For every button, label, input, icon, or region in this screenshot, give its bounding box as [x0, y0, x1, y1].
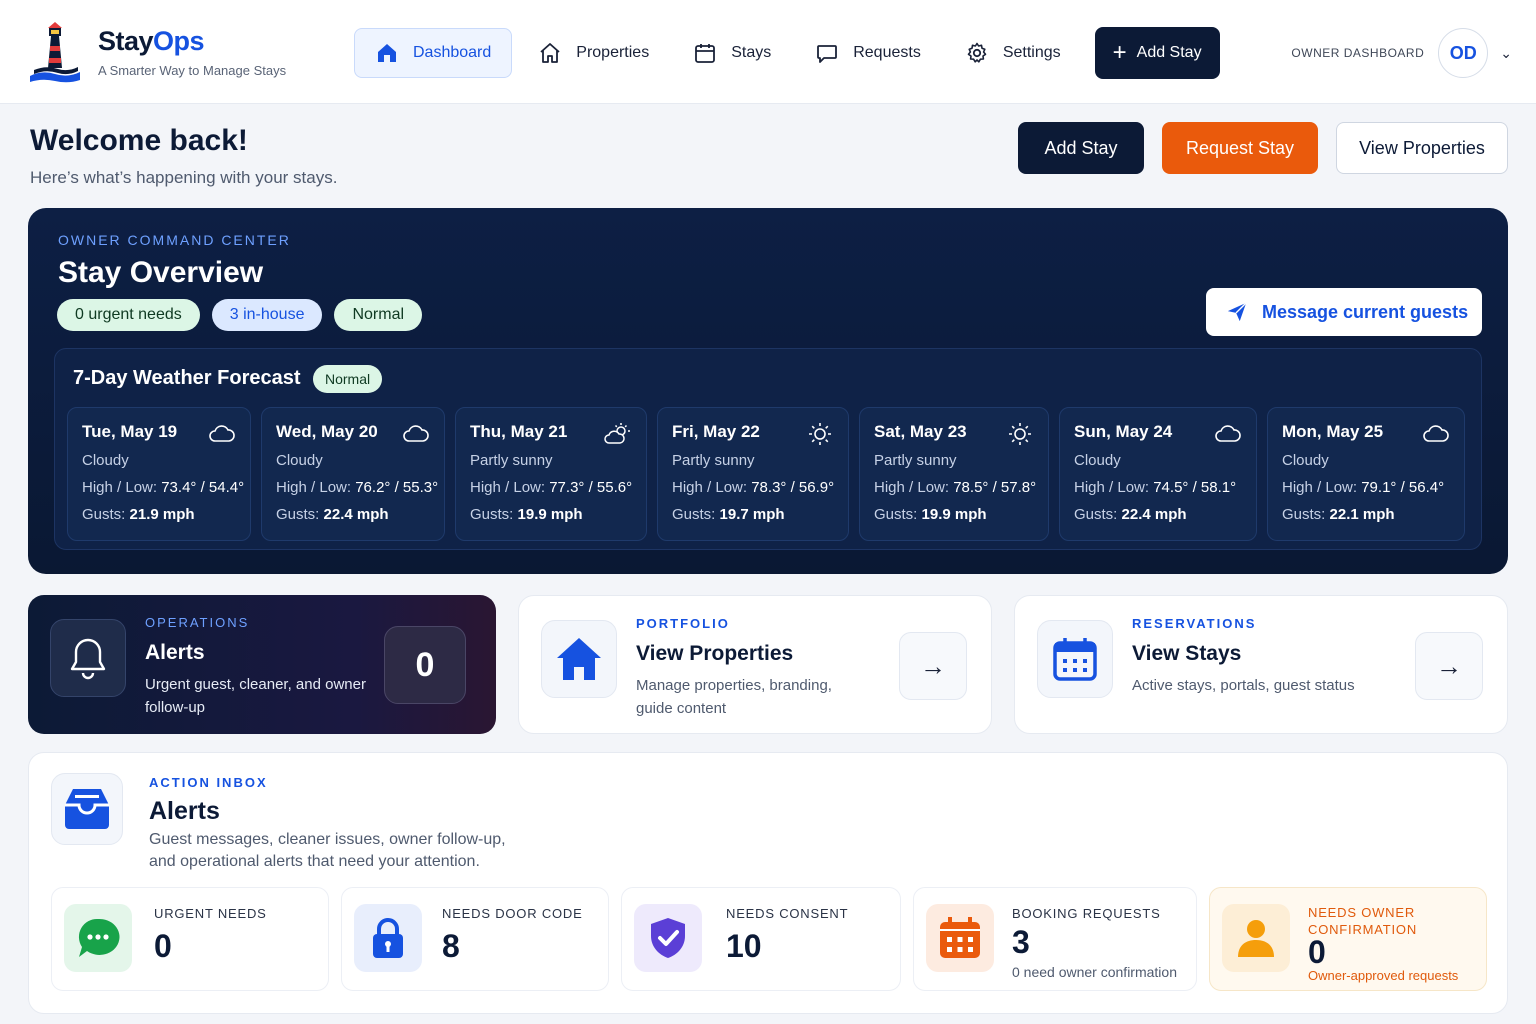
inbox-stats: URGENT NEEDS 0 NEEDS DOOR CODE 8 NEEDS C… — [51, 887, 1487, 991]
house-outline-icon — [540, 43, 560, 63]
stat-needs-owner-confirmation[interactable]: NEEDS OWNER CONFIRMATION 0 Owner-approve… — [1209, 887, 1487, 991]
page-title: Welcome back! — [30, 124, 248, 157]
cloud-icon — [209, 425, 235, 442]
arrow-right-icon[interactable]: → — [1415, 632, 1483, 700]
calendar-grid-icon — [1037, 620, 1113, 698]
weather-day-card: Wed, May 20 Cloudy High / Low: 76.2° / 5… — [261, 407, 445, 541]
nav-requests[interactable]: Requests — [797, 28, 939, 78]
brand-tagline: A Smarter Way to Manage Stays — [98, 63, 287, 78]
chat-bubble-icon — [817, 45, 838, 63]
request-stay-button[interactable]: Request Stay — [1162, 122, 1318, 174]
top-navigation-bar: StayOps A Smarter Way to Manage Stays Da… — [0, 0, 1536, 104]
weather-day-card: Sun, May 24 Cloudy High / Low: 74.5° / 5… — [1059, 407, 1257, 541]
page-subtitle: Here’s what’s happening with your stays. — [30, 168, 338, 187]
message-current-guests-button[interactable]: Message current guests — [1206, 288, 1482, 336]
nav-stays[interactable]: Stays — [675, 28, 789, 78]
inbox-tray-icon — [51, 773, 123, 845]
stat-needs-consent[interactable]: NEEDS CONSENT 10 — [621, 887, 901, 991]
cloud-icon — [403, 425, 429, 442]
plus-icon: + — [1112, 39, 1127, 66]
weather-days: Tue, May 19 Cloudy High / Low: 73.4° / 5… — [67, 407, 1465, 541]
nav-settings[interactable]: Settings — [947, 28, 1079, 78]
stat-booking-requests[interactable]: BOOKING REQUESTS 3 0 need owner confirma… — [913, 887, 1197, 991]
main-nav: Dashboard Properties Stays Requests Sett… — [354, 27, 1220, 79]
calendar-icon — [695, 44, 716, 63]
sun-icon — [809, 423, 831, 445]
nav-properties[interactable]: Properties — [520, 28, 667, 78]
nav-dashboard[interactable]: Dashboard — [354, 28, 513, 78]
paper-plane-icon — [1227, 302, 1247, 322]
view-properties-button[interactable]: View Properties — [1336, 122, 1508, 174]
weather-status-badge: Normal — [313, 365, 383, 393]
arrow-right-icon[interactable]: → — [899, 632, 967, 700]
nav-add-stay-button[interactable]: + Add Stay — [1094, 27, 1220, 79]
weather-day-card: Thu, May 21 Partly sunny High / Low: 77.… — [455, 407, 647, 541]
sun-icon — [1009, 423, 1031, 445]
in-house-badge: 3 in-house — [211, 299, 323, 331]
chevron-down-icon[interactable]: ⌄ — [1500, 45, 1512, 62]
shield-check-icon — [634, 904, 702, 972]
status-badge: Normal — [334, 299, 423, 331]
lock-icon — [354, 904, 422, 972]
home-icon — [378, 44, 396, 62]
alerts-count: 0 — [384, 626, 466, 704]
owner-command-center: OWNER COMMAND CENTER Stay Overview 0 urg… — [28, 208, 1508, 574]
lighthouse-logo-icon — [30, 22, 80, 83]
stat-needs-door-code[interactable]: NEEDS DOOR CODE 8 — [341, 887, 609, 991]
command-center-eyebrow: OWNER COMMAND CENTER — [58, 232, 291, 248]
brand-name: StayOps — [98, 26, 205, 56]
partly-sunny-icon — [604, 423, 630, 444]
calendar-grid-icon — [926, 904, 994, 972]
welcome-section: Welcome back! Here’s what’s happening wi… — [30, 124, 337, 188]
cloud-icon — [1215, 425, 1241, 442]
owner-menu[interactable]: OWNER DASHBOARD OD ⌄ — [1291, 28, 1512, 78]
brand[interactable]: StayOps A Smarter Way to Manage Stays — [28, 20, 286, 84]
gear-icon — [967, 42, 987, 63]
urgent-needs-badge: 0 urgent needs — [57, 299, 200, 331]
status-pills: 0 urgent needs 3 in-house Normal — [57, 299, 434, 331]
weather-day-card: Mon, May 25 Cloudy High / Low: 79.1° / 5… — [1267, 407, 1465, 541]
add-stay-button[interactable]: Add Stay — [1018, 122, 1144, 174]
operations-alerts-card[interactable]: OPERATIONS Alerts Urgent guest, cleaner,… — [28, 595, 496, 734]
weather-forecast-panel: 7-Day Weather Forecast Normal Tue, May 1… — [54, 348, 1482, 550]
user-icon — [1222, 904, 1290, 972]
weather-day-card: Fri, May 22 Partly sunny High / Low: 78.… — [657, 407, 849, 541]
avatar[interactable]: OD — [1438, 28, 1489, 78]
view-properties-card[interactable]: PORTFOLIO View Properties Manage propert… — [518, 595, 992, 734]
stat-urgent-needs[interactable]: URGENT NEEDS 0 — [51, 887, 329, 991]
stay-overview-title: Stay Overview — [58, 256, 264, 289]
owner-dashboard-label: OWNER DASHBOARD — [1291, 46, 1425, 60]
action-inbox: ACTION INBOX Alerts Guest messages, clea… — [28, 752, 1508, 1014]
cloud-icon — [1423, 425, 1449, 442]
home-icon — [541, 620, 617, 698]
weather-day-card: Sat, May 23 Partly sunny High / Low: 78.… — [859, 407, 1049, 541]
hero-actions: Add Stay Request Stay View Properties — [1000, 122, 1508, 174]
weather-title: 7-Day Weather Forecast — [73, 367, 301, 389]
view-stays-card[interactable]: RESERVATIONS View Stays Active stays, po… — [1014, 595, 1508, 734]
weather-day-card: Tue, May 19 Cloudy High / Low: 73.4° / 5… — [67, 407, 251, 541]
chat-dots-icon — [64, 904, 132, 972]
bell-icon — [50, 619, 126, 697]
